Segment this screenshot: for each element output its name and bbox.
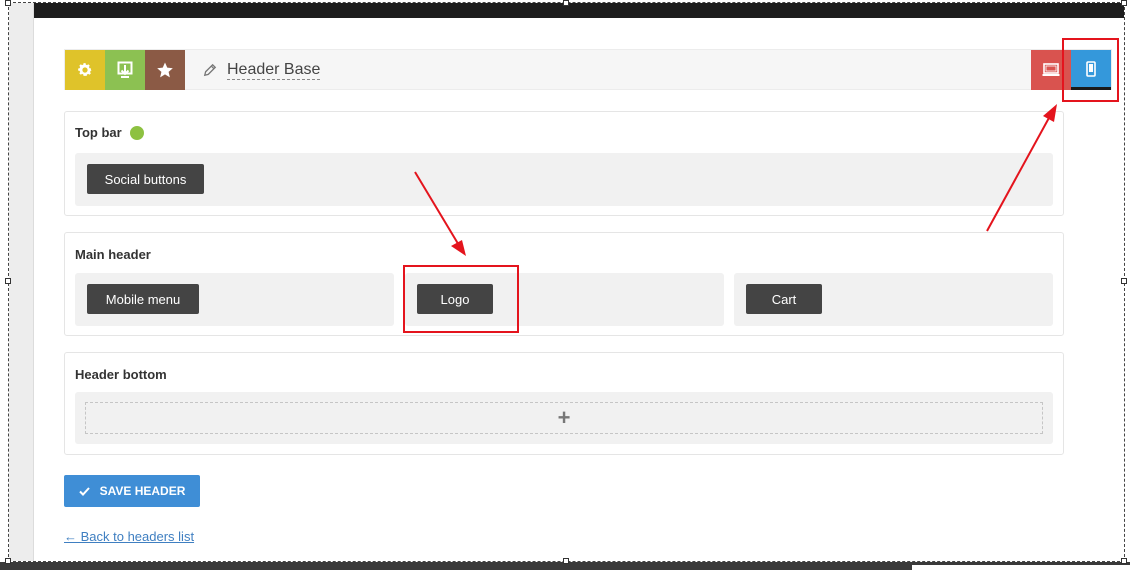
import-button[interactable] [105,50,145,90]
resize-handle-bottom-right[interactable] [1121,558,1127,564]
resize-handle-middle-right[interactable] [1121,278,1127,284]
resize-handle-bottom-center[interactable] [563,558,569,564]
header-bottom-section: Header bottom + [64,352,1064,455]
bottom-white-tab [912,565,1130,570]
presets-button[interactable] [145,50,185,90]
header-bottom-slot: + [75,392,1053,444]
main-header-section: Main header Mobile menu Logo Cart [64,232,1064,336]
main-header-center-slot[interactable]: Logo [405,273,724,326]
resize-handle-middle-left[interactable] [5,278,11,284]
header-title-group[interactable]: Header Base [203,50,321,90]
status-dot [129,125,144,140]
save-header-button[interactable]: SAVE HEADER [64,475,200,507]
top-bar-title-group: Top bar [75,125,144,140]
logo-element[interactable]: Logo [417,284,493,314]
mobile-menu-element[interactable]: Mobile menu [87,284,199,314]
header-builder-toolbar: Header Base [64,49,1112,90]
top-dark-strip [34,3,1124,18]
main-header-title: Main header [75,247,151,262]
resize-handle-bottom-left[interactable] [5,558,11,564]
add-element-button[interactable]: + [85,402,1043,434]
main-header-right-slot[interactable]: Cart [734,273,1053,326]
header-bottom-title: Header bottom [75,367,167,382]
desktop-view-button[interactable] [1031,50,1071,90]
main-header-left-slot[interactable]: Mobile menu [75,273,394,326]
desktop-icon [1042,63,1060,76]
left-rail [9,3,34,561]
cart-element[interactable]: Cart [746,284,822,314]
top-bar-slot[interactable]: Social buttons [75,153,1053,206]
mobile-view-button[interactable] [1071,50,1111,90]
top-bar-section: Top bar Social buttons [64,111,1064,216]
social-buttons-element[interactable]: Social buttons [87,164,204,194]
check-icon [78,486,90,496]
gear-icon [78,63,93,76]
import-icon [117,61,133,78]
header-title[interactable]: Header Base [227,61,321,80]
save-header-label: SAVE HEADER [99,484,186,498]
resize-handle-top-left[interactable] [5,0,11,6]
settings-button[interactable] [65,50,105,90]
star-icon [157,62,173,78]
pencil-icon [203,63,217,77]
resize-handle-top-right[interactable] [1121,0,1127,6]
top-bar-title: Top bar [75,125,122,140]
resize-handle-top-center[interactable] [563,0,569,6]
back-to-headers-link[interactable]: ← Back to headers list [64,529,194,544]
mobile-icon [1086,60,1096,77]
